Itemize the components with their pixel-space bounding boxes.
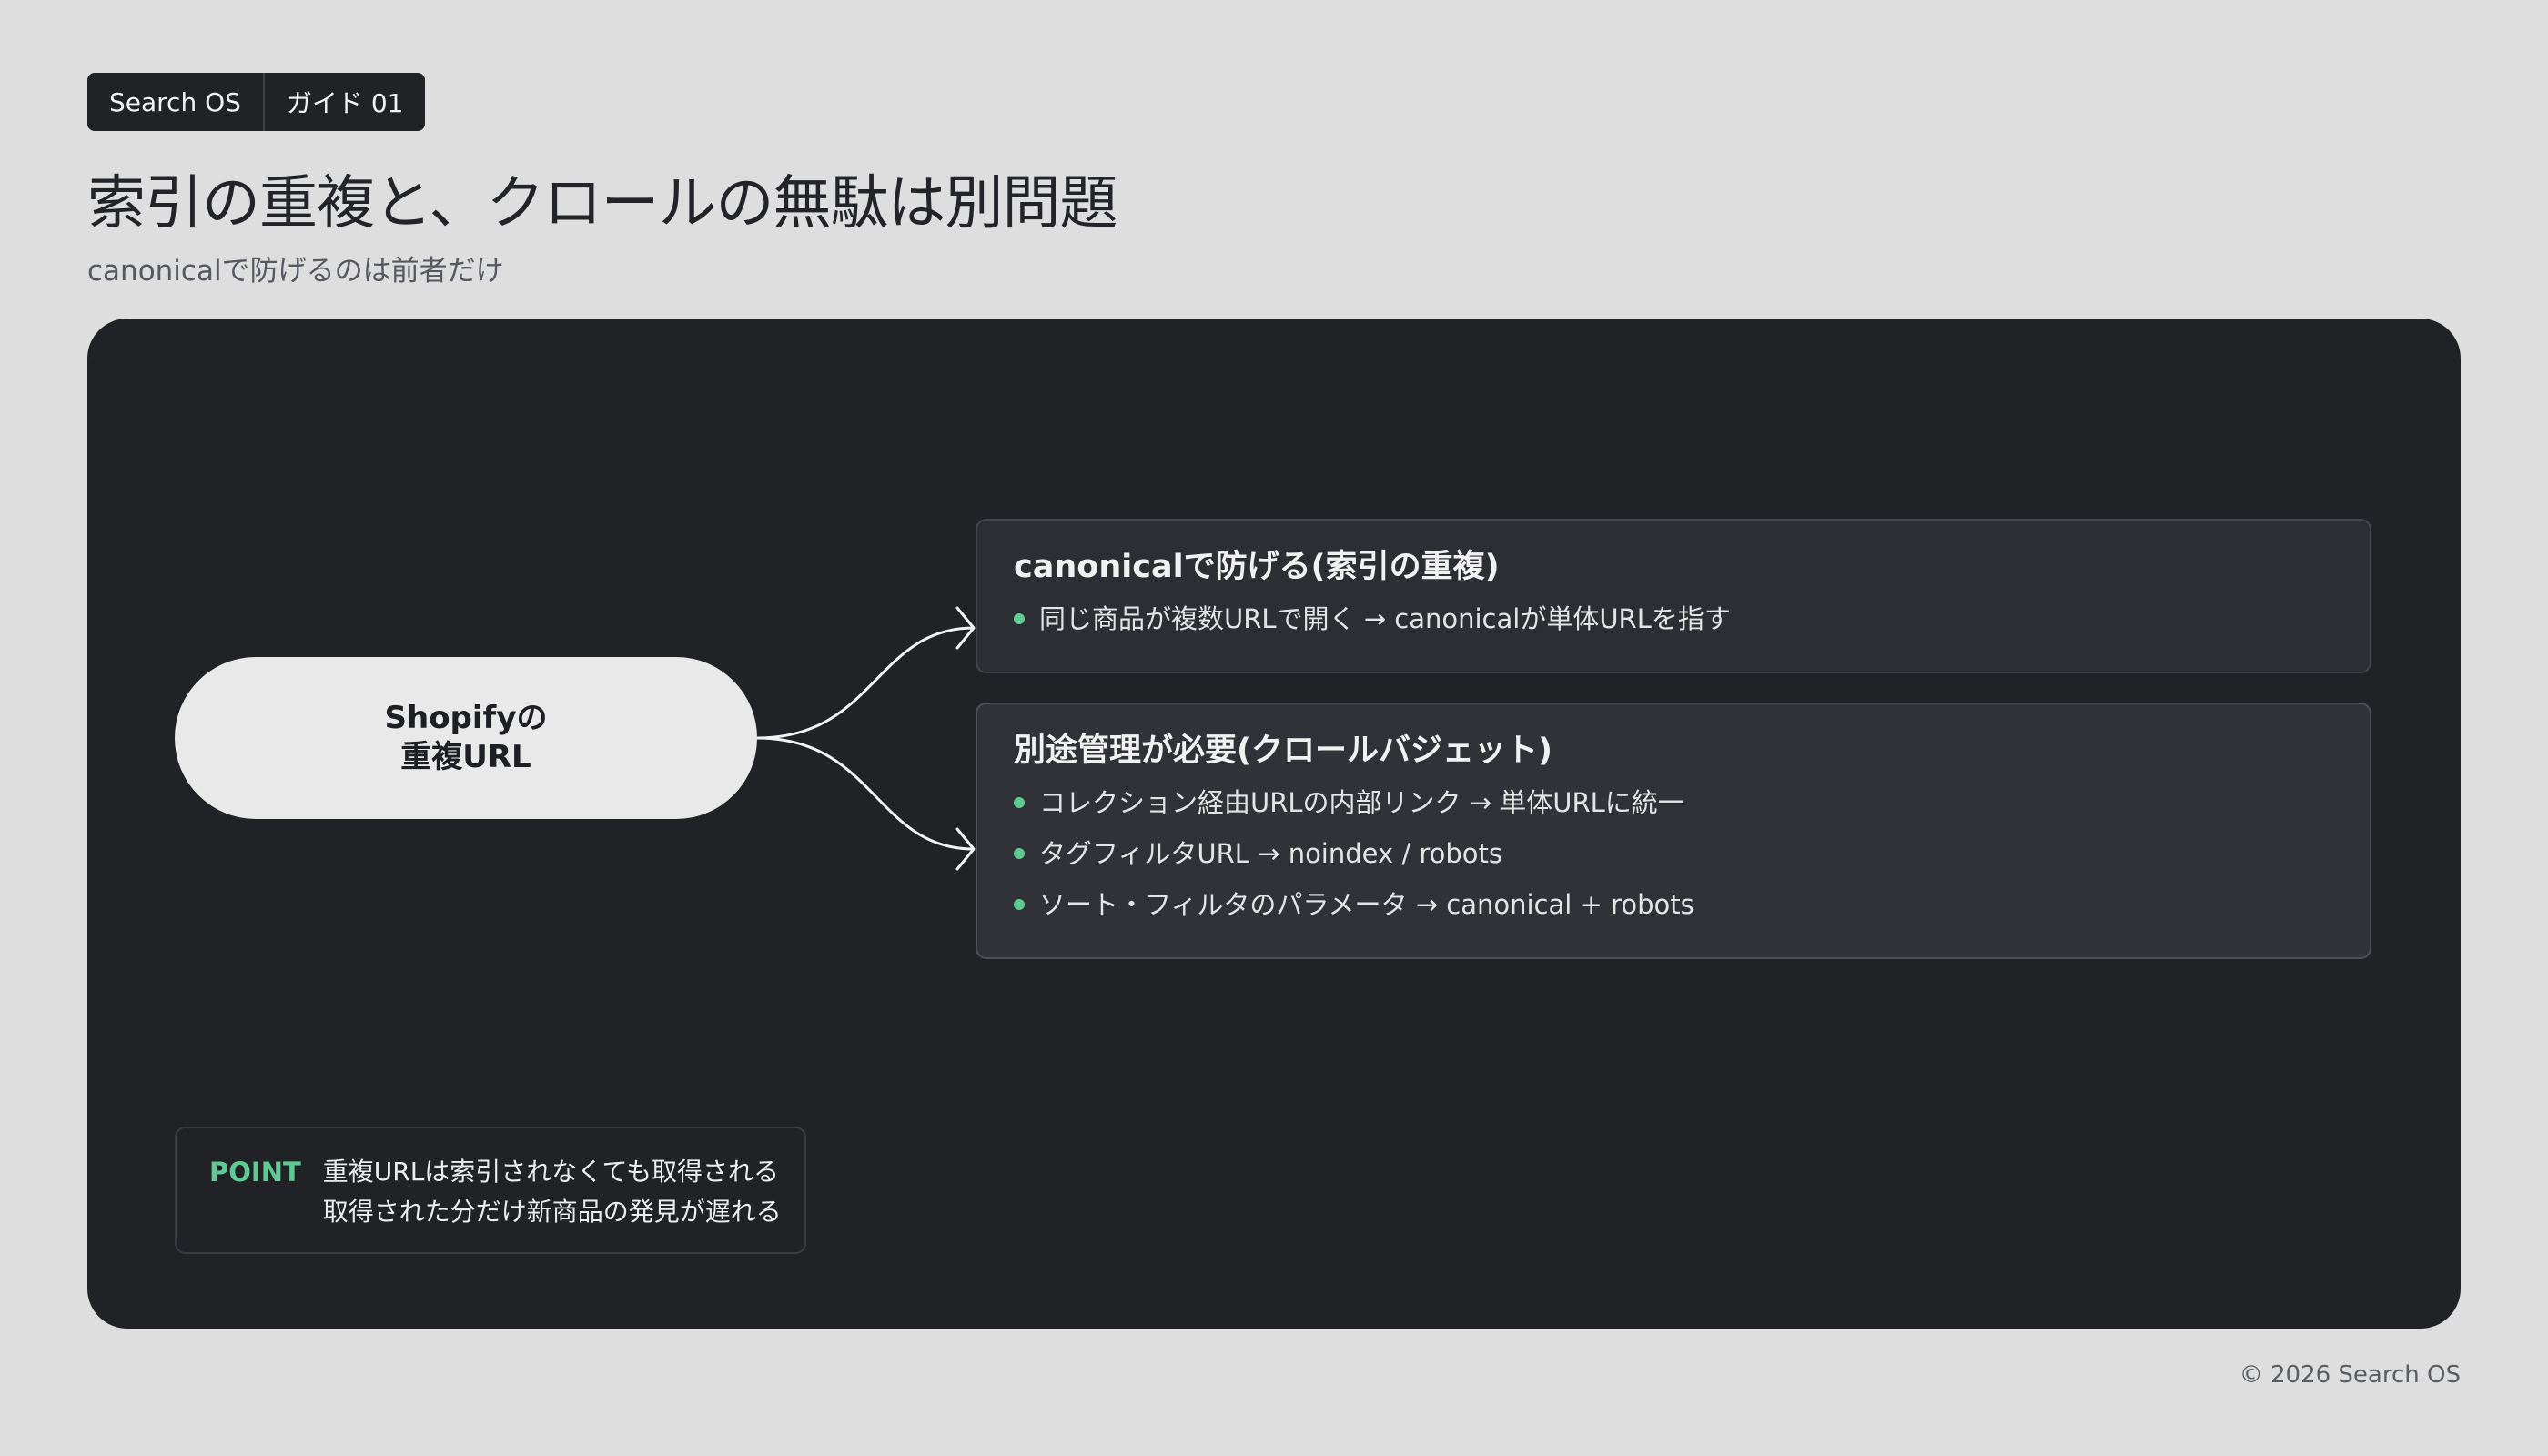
page-title: 索引の重複と、クロールの無駄は別問題 — [87, 170, 1117, 238]
point-line-2: 取得された分だけ新商品の発見が遅れる — [322, 1197, 782, 1227]
list-item-text: タグフィルタURL → noindex / robots — [1039, 838, 1503, 869]
branch-card-canonical: canonicalで防げる(索引の重複) 同じ商品が複数URLで開く → can… — [976, 519, 2371, 673]
list-item: タグフィルタURL → noindex / robots — [1014, 828, 2333, 879]
source-node-line1: Shopifyの — [384, 700, 548, 736]
bullet-dot-icon — [1014, 848, 1025, 859]
branch-card-list: コレクション経由URLの内部リンク → 単体URLに統一 タグフィルタURL →… — [1014, 777, 2333, 930]
bullet-dot-icon — [1014, 899, 1025, 910]
bullet-dot-icon — [1014, 797, 1025, 808]
page-subtitle: canonicalで防げるのは前者だけ — [87, 255, 504, 288]
connector-arrow-top — [756, 626, 975, 740]
bullet-dot-icon — [1014, 613, 1025, 624]
point-line-1: 重複URLは索引されなくても取得される — [322, 1157, 780, 1187]
guide-tag: ガイド 01 — [262, 73, 426, 131]
list-item: コレクション経由URLの内部リンク → 単体URLに統一 — [1014, 777, 2333, 828]
branch-card-title: canonicalで防げる(索引の重複) — [1014, 549, 1500, 585]
branch-card-title: 別途管理が必要(クロールバジェット) — [1014, 733, 1552, 769]
branch-card-list: 同じ商品が複数URLで開く → canonicalが単体URLを指す — [1014, 593, 2333, 644]
list-item: ソート・フィルタのパラメータ → canonical + robots — [1014, 879, 2333, 930]
point-text: 重複URLは索引されなくても取得される 取得された分だけ新商品の発見が遅れる — [323, 1152, 782, 1228]
list-item-text: ソート・フィルタのパラメータ → canonical + robots — [1039, 889, 1694, 920]
copyright-footer: © 2026 Search OS — [2239, 1361, 2461, 1389]
point-callout: POINT 重複URLは索引されなくても取得される 取得された分だけ新商品の発見… — [175, 1127, 806, 1254]
diagram-panel: Shopifyの 重複URL canonicalで防げる(索引の重複) 同じ商品… — [87, 318, 2461, 1329]
header-tag-group: Search OS ガイド 01 — [87, 73, 426, 131]
source-node: Shopifyの 重複URL — [175, 657, 757, 819]
connector-arrow-bottom — [756, 736, 975, 851]
brand-tag: Search OS — [109, 86, 241, 117]
list-item-text: コレクション経由URLの内部リンク → 単体URLに統一 — [1039, 787, 1684, 818]
source-node-line2: 重複URL — [400, 739, 531, 775]
point-label: POINT — [209, 1157, 301, 1188]
list-item: 同じ商品が複数URLで開く → canonicalが単体URLを指す — [1014, 593, 2333, 644]
branch-card-crawl-budget: 別途管理が必要(クロールバジェット) コレクション経由URLの内部リンク → 単… — [976, 703, 2371, 959]
list-item-text: 同じ商品が複数URLで開く → canonicalが単体URLを指す — [1039, 603, 1731, 634]
